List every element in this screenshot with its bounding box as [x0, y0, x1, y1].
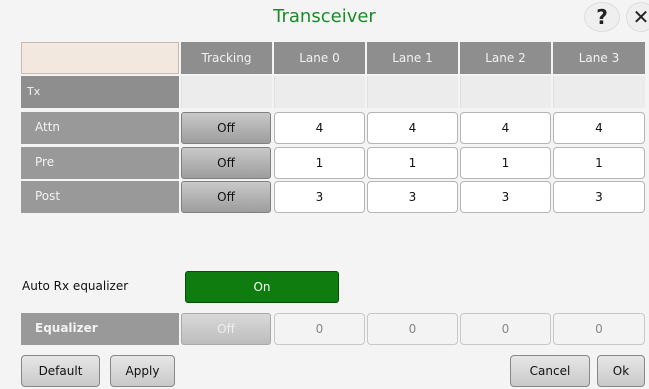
equalizer-lane-0-field[interactable]: 0	[274, 313, 365, 345]
tx-empty-cell	[181, 76, 272, 108]
pre-tracking-toggle[interactable]: Off	[181, 147, 271, 179]
help-button[interactable]: ?	[584, 2, 620, 32]
col-header-tracking: Tracking	[181, 42, 272, 74]
equalizer-tracking-toggle[interactable]: Off	[181, 313, 271, 345]
default-button[interactable]: Default	[21, 355, 100, 387]
close-button[interactable]: ✕	[626, 2, 649, 32]
tx-section-label: Tx	[21, 76, 179, 108]
attn-lane-0-field[interactable]: 4	[274, 112, 365, 144]
row-label-attn: Attn	[21, 112, 179, 144]
page-title: Transceiver	[273, 6, 376, 27]
tx-empty-cell	[553, 76, 645, 108]
tx-empty-cell	[367, 76, 458, 108]
post-lane-1-field[interactable]: 3	[367, 181, 458, 213]
pre-lane-3-field[interactable]: 1	[553, 147, 645, 179]
equalizer-lane-2-field[interactable]: 0	[460, 313, 551, 345]
auto-rx-equalizer-label: Auto Rx equalizer	[22, 279, 129, 293]
col-header-lane-3: Lane 3	[553, 42, 645, 74]
row-label-equalizer: Equalizer	[21, 313, 179, 345]
col-header-lane-0: Lane 0	[274, 42, 365, 74]
post-lane-0-field[interactable]: 3	[274, 181, 365, 213]
pre-lane-1-field[interactable]: 1	[367, 147, 458, 179]
col-header-lane-2: Lane 2	[460, 42, 551, 74]
ok-button[interactable]: Ok	[597, 355, 645, 387]
attn-tracking-toggle[interactable]: Off	[181, 112, 271, 144]
equalizer-lane-3-field[interactable]: 0	[553, 313, 645, 345]
apply-button[interactable]: Apply	[110, 355, 175, 387]
post-lane-2-field[interactable]: 3	[460, 181, 551, 213]
equalizer-lane-1-field[interactable]: 0	[367, 313, 458, 345]
attn-lane-2-field[interactable]: 4	[460, 112, 551, 144]
row-label-pre: Pre	[21, 147, 179, 179]
auto-rx-equalizer-toggle[interactable]: On	[185, 271, 339, 303]
post-tracking-toggle[interactable]: Off	[181, 181, 271, 213]
tx-empty-cell	[460, 76, 551, 108]
pre-lane-0-field[interactable]: 1	[274, 147, 365, 179]
cancel-button[interactable]: Cancel	[510, 355, 590, 387]
col-header-lane-1: Lane 1	[367, 42, 458, 74]
table-corner	[21, 42, 179, 74]
attn-lane-3-field[interactable]: 4	[553, 112, 645, 144]
attn-lane-1-field[interactable]: 4	[367, 112, 458, 144]
tx-empty-cell	[274, 76, 365, 108]
pre-lane-2-field[interactable]: 1	[460, 147, 551, 179]
post-lane-3-field[interactable]: 3	[553, 181, 645, 213]
row-label-post: Post	[21, 181, 179, 213]
